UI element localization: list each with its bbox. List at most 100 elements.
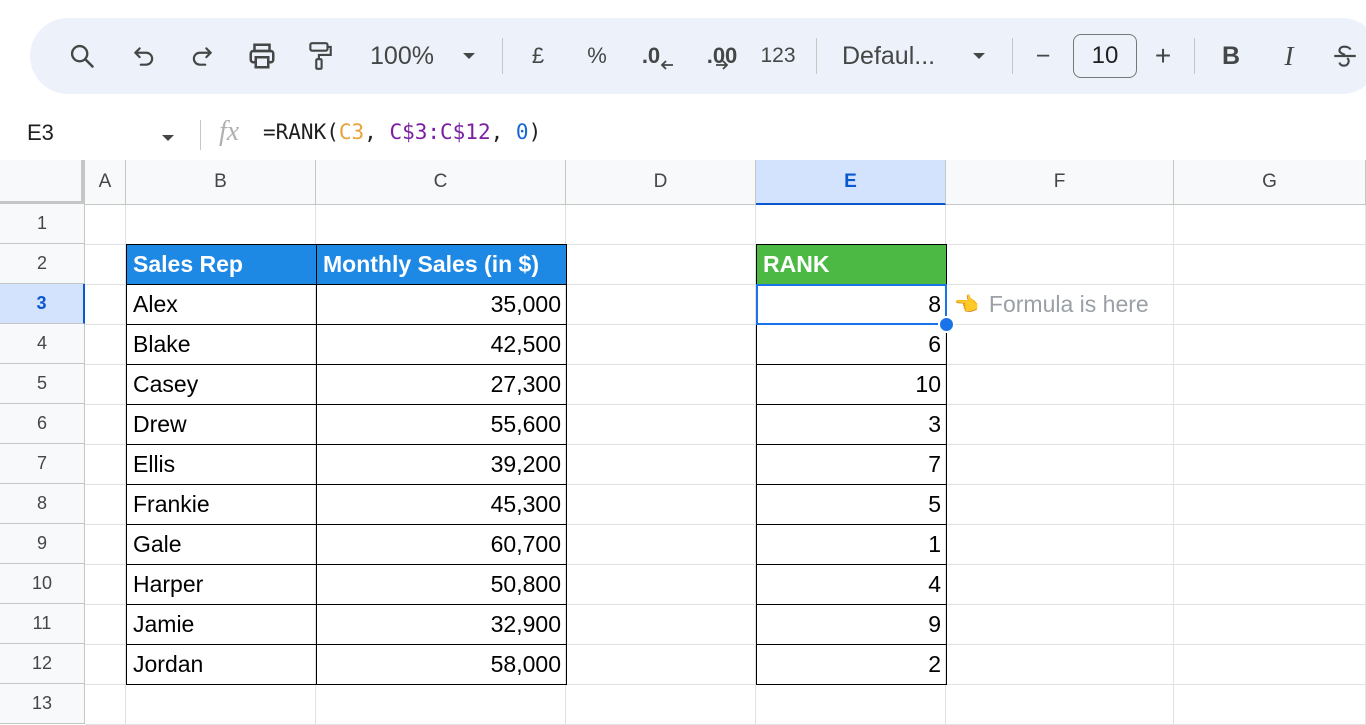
decrease-decimal-button[interactable]: .0: [638, 18, 678, 94]
sheet-grid[interactable]: A B C D E F G 1 2 3 4 5 6 7 8 9 10 11 12 13 Sales Rep Monthly…: [0, 160, 1366, 725]
cell-monthly-sales[interactable]: 42,500: [316, 324, 567, 365]
cell-rank[interactable]: 10: [756, 364, 947, 405]
column-header-c[interactable]: C: [316, 160, 566, 205]
cell-monthly-sales[interactable]: 35,000: [316, 284, 567, 325]
cell-sales-rep[interactable]: Gale: [126, 524, 317, 565]
pointing-hand-icon: 👈: [954, 293, 979, 316]
zoom-value: 100%: [370, 41, 434, 70]
increase-decimal-button[interactable]: .00: [698, 18, 738, 94]
cell-monthly-sales[interactable]: 27,300: [316, 364, 567, 405]
number-format-button[interactable]: 123: [756, 18, 800, 94]
header-sales-rep[interactable]: Sales Rep: [126, 244, 317, 285]
cell-monthly-sales[interactable]: 58,000: [316, 644, 567, 685]
paint-format-icon[interactable]: [300, 18, 340, 94]
header-monthly-sales[interactable]: Monthly Sales (in $): [316, 244, 567, 285]
formula-separator: ,: [490, 120, 516, 144]
bold-icon: B: [1221, 41, 1241, 70]
increase-font-size-button[interactable]: +: [1148, 18, 1178, 94]
cell-monthly-sales[interactable]: 55,600: [316, 404, 567, 445]
cell-rank[interactable]: 2: [756, 644, 947, 685]
column-header-a[interactable]: A: [85, 160, 126, 205]
toolbar-divider: [816, 38, 817, 74]
row-header-10[interactable]: 10: [0, 564, 85, 604]
strikethrough-icon[interactable]: [1328, 18, 1362, 94]
fill-handle[interactable]: [938, 316, 955, 333]
font-size-input[interactable]: 10: [1073, 34, 1137, 78]
row-header-13[interactable]: 13: [0, 684, 85, 724]
italic-button[interactable]: I: [1272, 18, 1306, 94]
cell-rank[interactable]: 4: [756, 564, 947, 605]
toolbar-divider: [1194, 38, 1195, 74]
row-header-1[interactable]: 1: [0, 204, 85, 244]
chevron-down-icon[interactable]: [966, 18, 992, 94]
minus-icon: −: [1035, 41, 1051, 70]
column-header-f[interactable]: F: [946, 160, 1174, 205]
formula-arg-range: C$3:C$12: [389, 120, 491, 144]
redo-icon[interactable]: [182, 18, 222, 94]
cell-rank[interactable]: 5: [756, 484, 947, 525]
cell-sales-rep[interactable]: Alex: [126, 284, 317, 325]
header-rank[interactable]: RANK: [756, 244, 947, 285]
column-header-d[interactable]: D: [566, 160, 756, 205]
cell-sales-rep[interactable]: Ellis: [126, 444, 317, 485]
plus-icon: +: [1154, 40, 1172, 71]
row-header-5[interactable]: 5: [0, 364, 85, 404]
row-header-4[interactable]: 4: [0, 324, 85, 364]
percent-button[interactable]: %: [582, 18, 612, 94]
row-header-11[interactable]: 11: [0, 604, 85, 644]
row-header-8[interactable]: 8: [0, 484, 85, 524]
cell-monthly-sales[interactable]: 32,900: [316, 604, 567, 645]
currency-button[interactable]: £: [524, 18, 552, 94]
name-box[interactable]: E3: [27, 120, 54, 146]
fx-icon: fx: [219, 116, 240, 147]
bold-button[interactable]: B: [1214, 18, 1248, 94]
row-header-6[interactable]: 6: [0, 404, 85, 444]
print-icon[interactable]: [240, 18, 284, 94]
column-header-g[interactable]: G: [1174, 160, 1366, 205]
decrease-decimal-icon: [660, 60, 674, 70]
cell-rank[interactable]: 9: [756, 604, 947, 645]
cell-sales-rep[interactable]: Frankie: [126, 484, 317, 525]
font-select[interactable]: Defaul...: [842, 18, 946, 94]
font-size-value: 10: [1091, 42, 1119, 69]
toolbar-divider: [1012, 38, 1013, 74]
active-cell-selection[interactable]: [756, 284, 947, 325]
cell-monthly-sales[interactable]: 60,700: [316, 524, 567, 565]
chevron-down-icon[interactable]: [160, 130, 176, 148]
cell-rank[interactable]: 3: [756, 404, 947, 445]
formula-bar-divider: [200, 120, 201, 150]
select-all-corner[interactable]: [0, 160, 85, 205]
annotation-text: Formula is here: [988, 290, 1149, 317]
decrease-decimal-label: .0: [641, 43, 661, 68]
row-header-2[interactable]: 2: [0, 244, 85, 284]
cell-sales-rep[interactable]: Jamie: [126, 604, 317, 645]
row-header-7[interactable]: 7: [0, 444, 85, 484]
row-header-12[interactable]: 12: [0, 644, 85, 684]
search-icon[interactable]: [60, 18, 104, 94]
decrease-font-size-button[interactable]: −: [1028, 18, 1058, 94]
column-header-b[interactable]: B: [126, 160, 316, 205]
cell-sales-rep[interactable]: Blake: [126, 324, 317, 365]
cell-rank[interactable]: 6: [756, 324, 947, 365]
formula-arg-ref: C3: [338, 120, 365, 144]
undo-icon[interactable]: [124, 18, 164, 94]
zoom-select[interactable]: 100%: [364, 18, 440, 94]
cell-sales-rep[interactable]: Casey: [126, 364, 317, 405]
row-header-3[interactable]: 3: [0, 284, 85, 324]
cell-monthly-sales[interactable]: 50,800: [316, 564, 567, 605]
cell-sales-rep[interactable]: Harper: [126, 564, 317, 605]
formula-input[interactable]: =RANK(C3, C$3:C$12, 0): [263, 120, 541, 144]
formula-arg-order: 0: [515, 120, 529, 144]
cell-sales-rep[interactable]: Drew: [126, 404, 317, 445]
cell-rank[interactable]: 7: [756, 444, 947, 485]
toolbar-divider: [502, 38, 503, 74]
cell-monthly-sales[interactable]: 45,300: [316, 484, 567, 525]
cell-rank[interactable]: 1: [756, 524, 947, 565]
chevron-down-icon[interactable]: [456, 18, 482, 94]
formula-prefix: =RANK(: [263, 120, 339, 144]
cell-monthly-sales[interactable]: 39,200: [316, 444, 567, 485]
cell-sales-rep[interactable]: Jordan: [126, 644, 317, 685]
row-header-9[interactable]: 9: [0, 524, 85, 564]
currency-label: £: [531, 43, 545, 68]
column-header-e[interactable]: E: [756, 160, 946, 205]
